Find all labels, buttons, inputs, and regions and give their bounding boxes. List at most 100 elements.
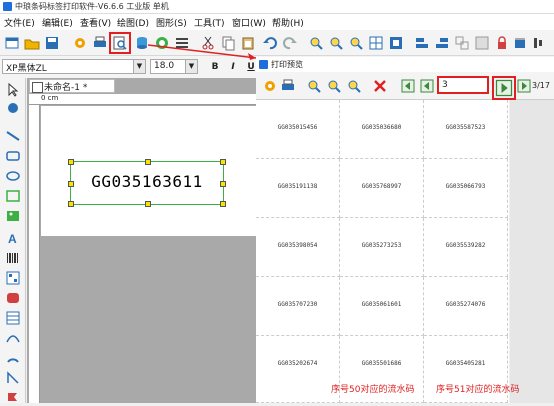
serial-code: GG035707230 [277,301,318,308]
text-tool-icon[interactable]: A [5,230,21,246]
ellipse-tool-icon[interactable] [5,168,21,184]
annotation-serial-51: 序号51对应的流水码 [436,385,520,395]
distribute-icon[interactable] [532,35,548,51]
rectangle-tool-icon[interactable] [5,148,21,164]
preview-label-cell: GG035398054 [256,218,340,277]
undo-icon[interactable] [262,35,278,51]
new-doc-icon[interactable] [4,35,20,51]
resize-handle[interactable] [68,201,74,207]
preview-label-cell: GG035707230 [256,277,340,336]
zoom-out-icon[interactable] [328,35,344,51]
layer-icon[interactable] [474,35,490,51]
grid-icon[interactable] [368,35,384,51]
image-tool-icon[interactable] [5,208,21,224]
align-grid-icon[interactable] [388,35,404,51]
preview-label-cell: GG035274076 [424,277,508,336]
close-icon[interactable] [372,78,388,94]
color-bucket-icon[interactable] [512,35,528,51]
bezier-tool-icon[interactable] [5,370,21,386]
pan-icon[interactable] [5,100,21,116]
serial-code: GG035061601 [361,301,402,308]
serial-code: GG035273253 [361,242,402,249]
barcode-tool-icon[interactable] [5,250,21,266]
preview-label-grid: GG035015456 GG035036680 GG035587523 GG03… [256,100,509,403]
menu-view[interactable]: 查看(V) [80,16,111,29]
first-page-icon[interactable] [400,78,416,94]
group-icon[interactable] [454,35,470,51]
next-page-icon[interactable] [492,76,516,100]
preview-label-cell: GG035066793 [424,159,508,218]
preview-label-cell: GG035768997 [340,159,424,218]
font-family-value: XP黑体ZL [6,64,47,74]
align-left-icon[interactable] [414,35,430,51]
table-tool-icon[interactable] [5,310,21,326]
preview-title: 打印预览 [271,60,303,69]
app-logo-icon [3,2,12,11]
polygon-tool-icon[interactable] [5,188,21,204]
document-icon [32,82,43,93]
preview-scroll-area[interactable] [510,100,554,403]
resize-handle[interactable] [220,201,226,207]
horizontal-ruler: 0 cm [29,94,257,105]
prev-page-icon[interactable] [419,78,435,94]
settings-gear-icon[interactable] [262,78,278,94]
resize-handle[interactable] [220,159,226,165]
tool-palette: A [0,78,26,403]
print-icon[interactable] [280,78,296,94]
zoom-fit-icon[interactable] [348,35,364,51]
chevron-down-icon[interactable]: ▼ [133,60,145,73]
curve-tool-icon[interactable] [5,330,21,346]
serial-code: GG035768997 [361,183,402,190]
preview-label-cell: GG035061601 [340,277,424,336]
settings-gear-icon[interactable] [72,35,88,51]
main-toolbar [0,30,554,56]
print-preview-icon[interactable] [109,32,131,54]
shape-tool-icon[interactable] [5,290,21,306]
open-folder-icon[interactable] [24,35,40,51]
menu-edit[interactable]: 编辑(E) [42,16,73,29]
page-number-input[interactable]: 3 [437,76,489,94]
menu-window[interactable]: 窗口(W) [232,16,266,29]
print-icon[interactable] [92,35,108,51]
arc-tool-icon[interactable] [5,350,21,366]
resize-handle[interactable] [145,201,151,207]
serial-code: GG035066793 [445,183,486,190]
zoom-out-icon[interactable] [326,78,342,94]
flag-tool-icon[interactable] [5,390,21,406]
serial-number-text[interactable]: GG035163611 [70,172,224,191]
zoom-in-icon[interactable] [308,35,324,51]
zoom-in-icon[interactable] [306,78,322,94]
serial-code: GG035501686 [361,360,402,367]
resize-handle[interactable] [145,159,151,165]
zoom-fit-icon[interactable] [346,78,362,94]
preview-label-cell: GG035202674 [256,336,340,403]
qrcode-tool-icon[interactable] [5,270,21,286]
svg-text:A: A [8,232,17,246]
preview-app-icon [259,60,268,69]
line-tool-icon[interactable] [5,128,21,144]
menu-bar: 文件(E) 编辑(E) 查看(V) 绘图(D) 图形(S) 工具(T) 窗口(W… [0,14,554,30]
document-tab-label: 未命名-1 * [44,83,88,93]
preview-title-bar: 打印预览 [256,57,554,72]
save-icon[interactable] [44,35,60,51]
serial-code: GG035405281 [445,360,486,367]
resize-handle[interactable] [68,159,74,165]
menu-shape[interactable]: 图形(S) [156,16,187,29]
preview-label-cell: GG035273253 [340,218,424,277]
preview-label-cell: GG035015456 [256,100,340,159]
preview-label-cell: GG035587523 [424,100,508,159]
menu-help[interactable]: 帮助(H) [272,16,304,29]
redo-icon[interactable] [282,35,298,51]
preview-label-cell: GG035036680 [340,100,424,159]
menu-tools[interactable]: 工具(T) [194,16,225,29]
menu-file[interactable]: 文件(E) [4,16,35,29]
preview-label-cell: GG035191138 [256,159,340,218]
last-page-icon[interactable] [516,78,532,94]
pointer-icon[interactable] [5,82,21,98]
menu-draw[interactable]: 绘图(D) [117,16,149,29]
document-tab[interactable]: 未命名-1 * [29,79,115,93]
ruler-zero-label: 0 cm [41,94,59,102]
align-right-icon[interactable] [434,35,450,51]
font-family-select[interactable]: XP黑体ZL ▼ [2,59,146,74]
lock-icon[interactable] [494,35,510,51]
